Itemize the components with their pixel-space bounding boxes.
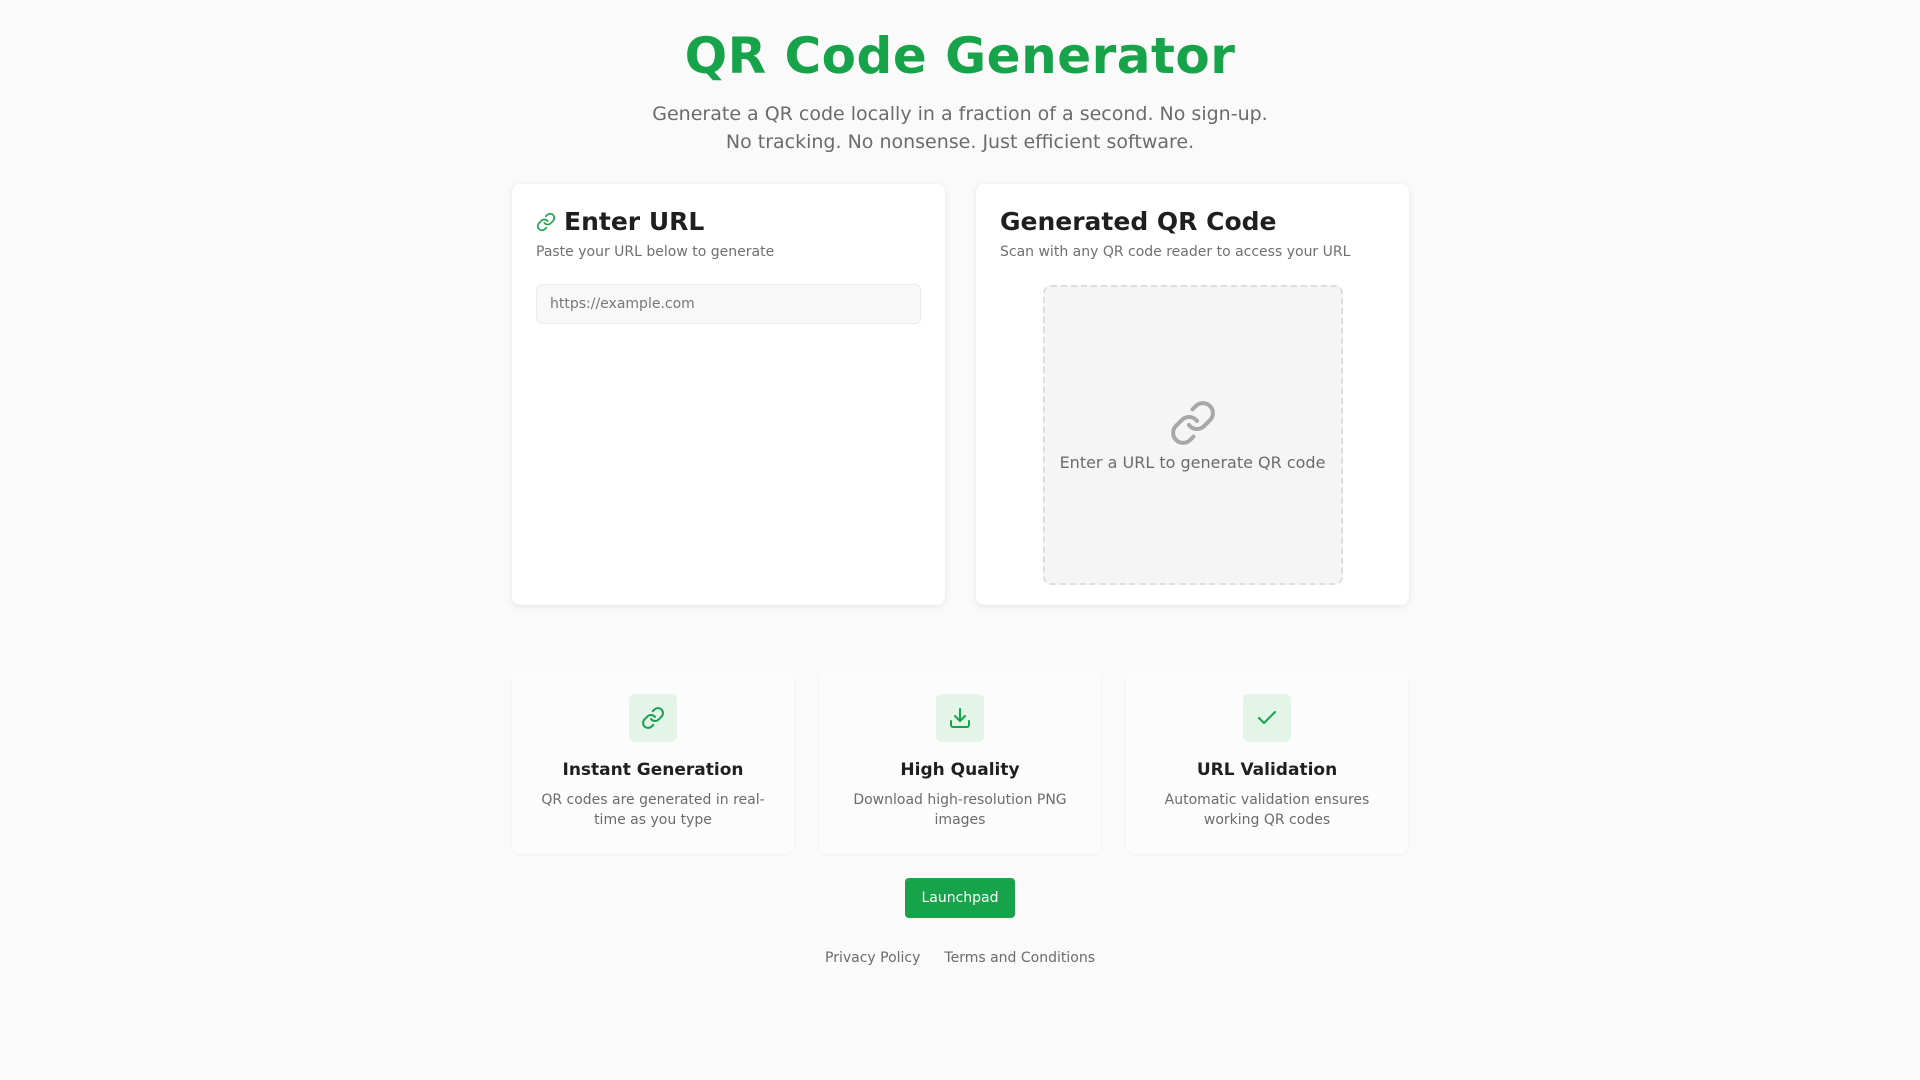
link-icon xyxy=(629,694,677,742)
qr-card-heading: Generated QR Code xyxy=(1000,206,1385,238)
qr-placeholder: Enter a URL to generate QR code xyxy=(1042,285,1343,585)
feature-description: QR codes are generated in real-time as y… xyxy=(541,792,765,828)
url-card-title: Enter URL xyxy=(564,207,705,236)
url-input[interactable] xyxy=(536,284,921,324)
feature-title: URL Validation xyxy=(1196,760,1338,780)
qr-placeholder-text: Enter a URL to generate QR code xyxy=(1059,452,1326,472)
qr-output-card: Generated QR Code Scan with any QR code … xyxy=(976,184,1409,605)
qr-card-title: Generated QR Code xyxy=(1000,207,1277,236)
feature-card-url-validation: URL Validation Automatic validation ensu… xyxy=(1126,670,1408,854)
terms-link[interactable]: Terms and Conditions xyxy=(944,950,1095,966)
url-card-subtitle: Paste your URL below to generate xyxy=(536,244,775,260)
qr-card-subtitle: Scan with any QR code reader to access y… xyxy=(1000,244,1351,260)
page-header: QR Code Generator Generate a QR code loc… xyxy=(0,22,1920,156)
feature-title: Instant Generation xyxy=(562,760,744,780)
feature-description: Automatic validation ensures working QR … xyxy=(1164,792,1370,828)
launchpad-button[interactable]: Launchpad xyxy=(905,878,1015,918)
url-card-heading: Enter URL xyxy=(536,206,921,238)
url-input-card: Enter URL Paste your URL below to genera… xyxy=(512,184,945,605)
page-title: QR Code Generator xyxy=(684,27,1236,85)
check-icon xyxy=(1243,694,1291,742)
feature-description: Download high-resolution PNG images xyxy=(853,792,1067,828)
feature-card-high-quality: High Quality Download high-resolution PN… xyxy=(819,670,1101,854)
link-icon xyxy=(1169,399,1217,447)
page-subtitle: Generate a QR code locally in a fraction… xyxy=(652,103,1268,153)
link-icon xyxy=(536,212,556,232)
feature-title: High Quality xyxy=(900,760,1020,780)
footer: Privacy Policy Terms and Conditions xyxy=(0,950,1920,966)
page: QR Code Generator Generate a QR code loc… xyxy=(0,0,1920,1080)
download-icon xyxy=(936,694,984,742)
privacy-policy-link[interactable]: Privacy Policy xyxy=(825,950,920,966)
feature-card-instant-generation: Instant Generation QR codes are generate… xyxy=(512,670,794,854)
